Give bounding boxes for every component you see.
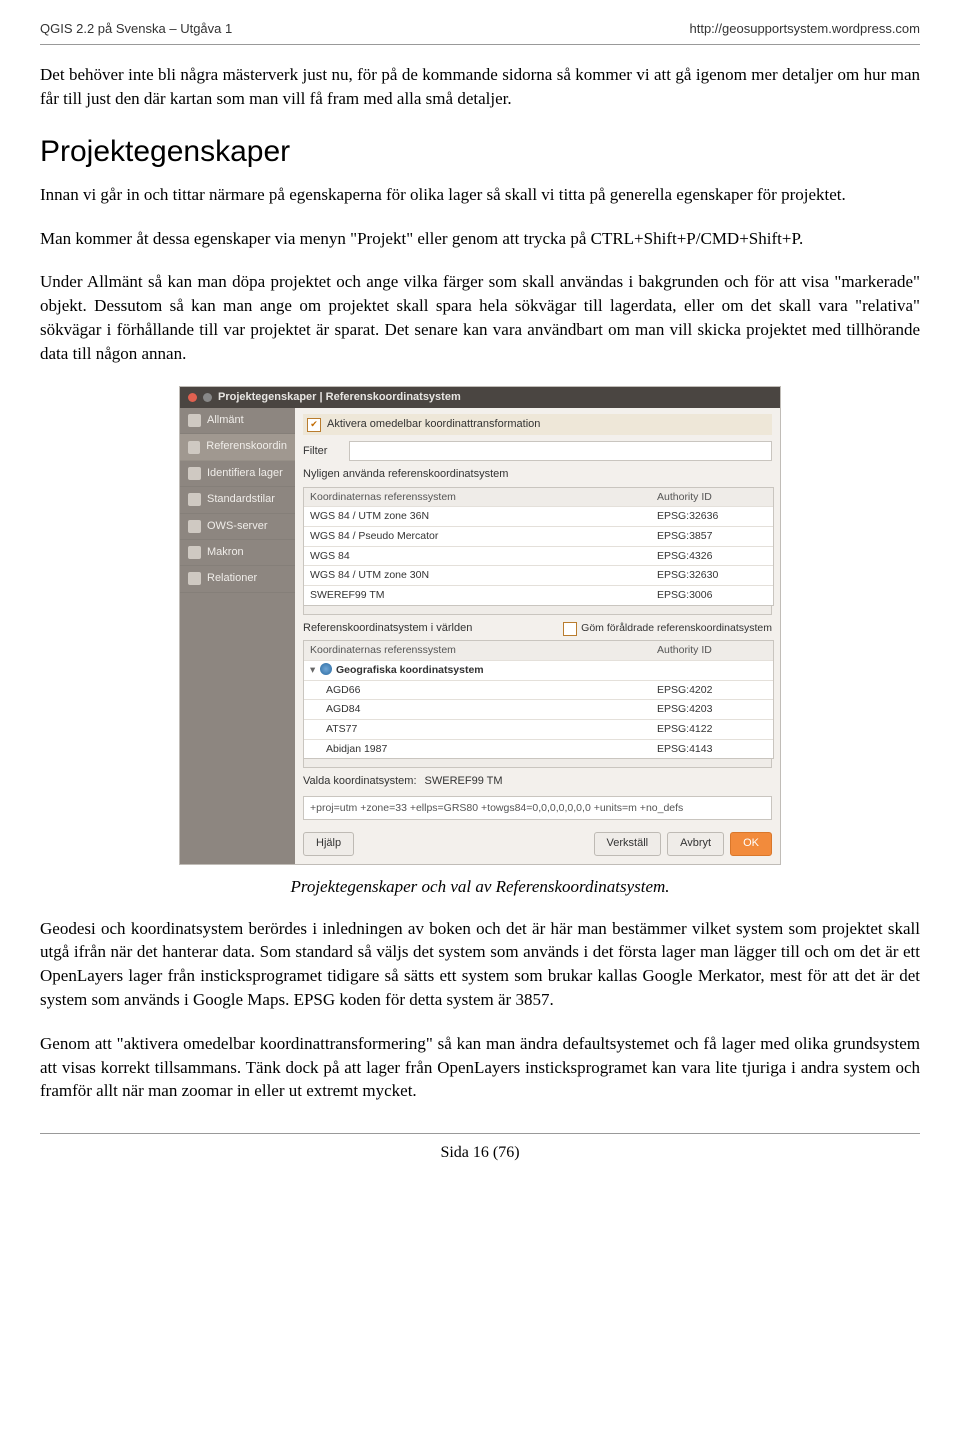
sidebar-item-relations[interactable]: Relationer [180, 566, 295, 592]
table-row[interactable]: ATS77EPSG:4122 [304, 720, 773, 740]
checkbox-unchecked-icon[interactable]: ✔ [563, 622, 577, 636]
col-crs-name: Koordinaternas referenssystem [310, 490, 657, 505]
filter-label: Filter [303, 444, 343, 459]
table-row[interactable]: Abidjan 1987EPSG:4143 [304, 740, 773, 759]
table-row[interactable]: AGD66EPSG:4202 [304, 681, 773, 701]
sidebar-item-styles[interactable]: Standardstilar [180, 487, 295, 513]
hide-deprecated-label: Göm föråldrade referenskoordinatsystem [581, 621, 772, 636]
paragraph-6: Genom att "aktivera omedelbar koordinatt… [40, 1032, 920, 1103]
world-crs-label: Referenskoordinatsystem i världen [303, 621, 472, 636]
paragraph-4: Under Allmänt så kan man döpa projektet … [40, 270, 920, 365]
paragraph-1: Det behöver inte bli några mästerverk ju… [40, 63, 920, 111]
table-row[interactable]: WGS 84 / Pseudo MercatorEPSG:3857 [304, 527, 773, 547]
gear-icon [188, 546, 201, 559]
hide-deprecated-row[interactable]: ✔ Göm föråldrade referenskoordinatsystem [563, 621, 772, 636]
selected-crs-value: SWEREF99 TM [425, 774, 503, 789]
scrollbar[interactable] [303, 606, 772, 615]
sidebar-item-crs[interactable]: Referenskoordin [180, 434, 295, 460]
table-header: Koordinaternas referenssystem Authority … [304, 488, 773, 508]
tree-group-row[interactable]: ▾ Geografiska koordinatsystem [304, 661, 773, 681]
help-button[interactable]: Hjälp [303, 832, 354, 855]
sidebar-item-macros[interactable]: Makron [180, 540, 295, 566]
cancel-button[interactable]: Avbryt [667, 832, 724, 855]
proj-string: +proj=utm +zone=33 +ellps=GRS80 +towgs84… [303, 796, 772, 821]
checkbox-checked-icon[interactable]: ✔ [307, 418, 321, 432]
tree-collapse-icon[interactable]: ▾ [310, 663, 320, 678]
dialog-sidebar: Allmänt Referenskoordin Identifiera lage… [180, 408, 295, 864]
close-icon[interactable] [188, 393, 197, 402]
apply-button[interactable]: Verkställ [594, 832, 662, 855]
sidebar-item-ows[interactable]: OWS-server [180, 514, 295, 540]
tree-group-label: Geografiska koordinatsystem [336, 664, 484, 676]
dialog-content: ✔ Aktivera omedelbar koordinattransforma… [295, 408, 780, 864]
section-title: Projektegenskaper [40, 131, 920, 173]
sidebar-item-label: Standardstilar [207, 492, 275, 507]
page-footer: Sida 16 (76) [40, 1133, 920, 1164]
sidebar-item-label: Referenskoordin [206, 439, 287, 454]
enable-otf-label: Aktivera omedelbar koordinattransformati… [327, 417, 540, 432]
minimize-icon[interactable] [203, 393, 212, 402]
dialog-button-row: Hjälp Verkställ Avbryt OK [303, 828, 772, 855]
recent-crs-label: Nyligen använda referenskoordinatsystem [303, 467, 772, 482]
world-crs-table: Koordinaternas referenssystem Authority … [303, 640, 774, 759]
page-header: QGIS 2.2 på Svenska – Utgåva 1 http://ge… [40, 20, 920, 45]
sidebar-item-label: Allmänt [207, 413, 244, 428]
table-row[interactable]: WGS 84 / UTM zone 30NEPSG:32630 [304, 566, 773, 586]
screenshot-caption: Projektegenskaper och val av Referenskoo… [40, 875, 920, 899]
dialog-title: Projektegenskaper | Referenskoordinatsys… [218, 390, 461, 405]
header-right: http://geosupportsystem.wordpress.com [690, 20, 921, 38]
paragraph-5: Geodesi och koordinatsystem berördes i i… [40, 917, 920, 1012]
table-row[interactable]: AGD84EPSG:4203 [304, 700, 773, 720]
table-row[interactable]: WGS 84 / UTM zone 36NEPSG:32636 [304, 507, 773, 527]
col-crs-name: Koordinaternas referenssystem [310, 643, 657, 658]
palette-icon [188, 493, 201, 506]
sidebar-item-label: Identifiera lager [207, 466, 283, 481]
dialog-titlebar: Projektegenskaper | Referenskoordinatsys… [180, 387, 780, 408]
ok-button[interactable]: OK [730, 832, 772, 855]
table-header: Koordinaternas referenssystem Authority … [304, 641, 773, 661]
col-authority-id: Authority ID [657, 490, 767, 505]
filter-input[interactable] [349, 441, 772, 461]
server-icon [188, 520, 201, 533]
sidebar-item-general[interactable]: Allmänt [180, 408, 295, 434]
sidebar-item-label: OWS-server [207, 519, 268, 534]
table-row[interactable]: WGS 84EPSG:4326 [304, 547, 773, 567]
screenshot-dialog: Projektegenskaper | Referenskoordinatsys… [179, 386, 781, 865]
link-icon [188, 572, 201, 585]
globe-icon [320, 663, 332, 675]
recent-crs-table: Koordinaternas referenssystem Authority … [303, 487, 774, 606]
col-authority-id: Authority ID [657, 643, 767, 658]
sidebar-item-identify[interactable]: Identifiera lager [180, 461, 295, 487]
info-icon [188, 467, 201, 480]
table-row[interactable]: SWEREF99 TMEPSG:3006 [304, 586, 773, 605]
paragraph-2: Innan vi går in och tittar närmare på eg… [40, 183, 920, 207]
scrollbar[interactable] [303, 759, 772, 768]
enable-otf-row[interactable]: ✔ Aktivera omedelbar koordinattransforma… [303, 414, 772, 435]
globe-icon [188, 441, 200, 454]
sidebar-item-label: Makron [207, 545, 244, 560]
paragraph-3: Man kommer åt dessa egenskaper via menyn… [40, 227, 920, 251]
selected-crs-label: Valda koordinatsystem: [303, 774, 417, 789]
header-left: QGIS 2.2 på Svenska – Utgåva 1 [40, 20, 232, 38]
sidebar-item-label: Relationer [207, 571, 257, 586]
wrench-icon [188, 414, 201, 427]
